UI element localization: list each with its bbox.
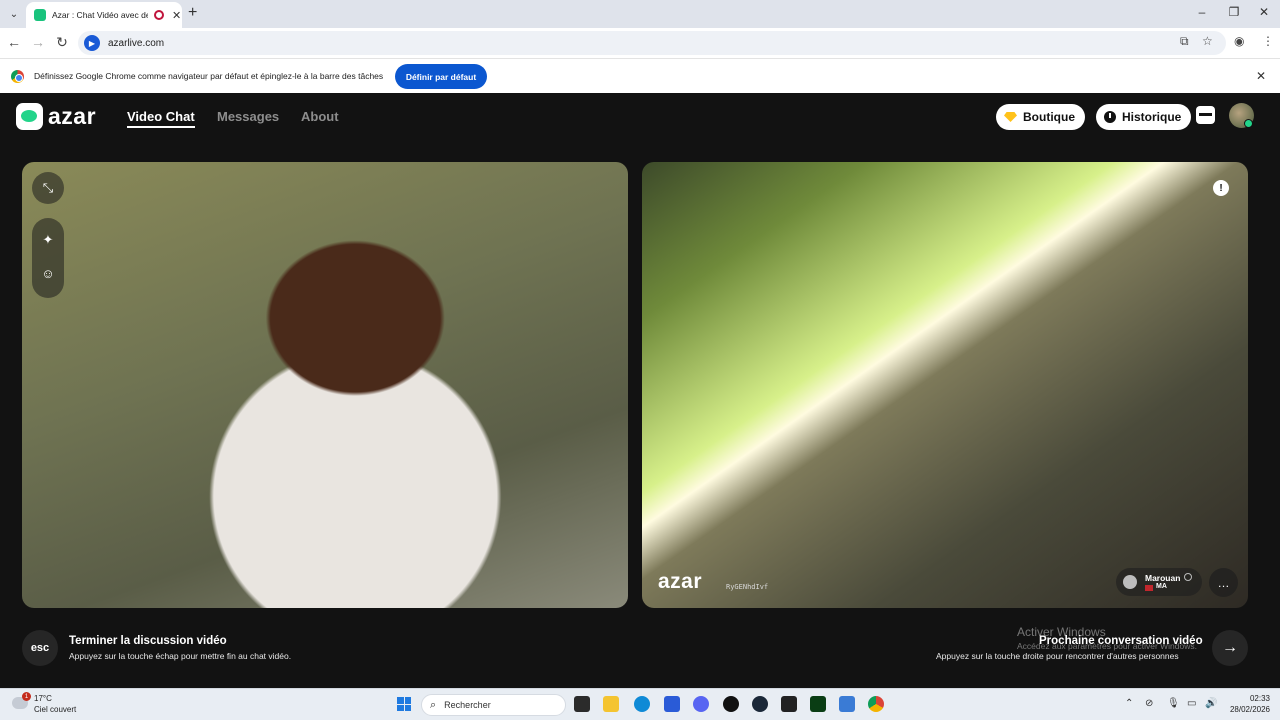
gem-icon: [1004, 112, 1017, 122]
effects-panel: ✦ ☺: [32, 218, 64, 298]
esc-button[interactable]: esc: [22, 630, 58, 666]
azar-watermark: azar: [658, 570, 703, 593]
game-app-icon[interactable]: [810, 696, 826, 712]
restore-icon[interactable]: ❐: [1224, 5, 1244, 19]
chrome-taskbar-icon[interactable]: [868, 696, 884, 712]
browser-tab-azar[interactable]: Azar : Chat Vidéo avec de n ✕: [26, 2, 182, 28]
end-chat-hint: Appuyez sur la touche échap pour mettre …: [69, 651, 292, 661]
azar-logo-icon: [16, 103, 43, 130]
taskbar-date[interactable]: 28/02/2026: [1226, 705, 1270, 714]
nav-active-underline: [127, 126, 195, 128]
taskbar-time[interactable]: 02:33: [1226, 694, 1270, 703]
tab-close-icon[interactable]: ✕: [172, 9, 181, 22]
install-app-icon[interactable]: ⧉: [1180, 34, 1189, 49]
tab-title: Azar : Chat Vidéo avec de n: [52, 10, 148, 20]
display-icon[interactable]: ▭: [1187, 698, 1196, 709]
next-chat-title: Prochaine conversation vidéo: [1039, 635, 1203, 647]
app-icon[interactable]: [781, 696, 797, 712]
reload-icon[interactable]: ↻: [54, 34, 70, 51]
microphone-icon[interactable]: 🎙: [1167, 698, 1180, 709]
weather-description[interactable]: Ciel couvert: [34, 705, 76, 714]
report-icon[interactable]: !: [1213, 180, 1229, 196]
profile-icon[interactable]: ◉: [1234, 34, 1244, 48]
search-placeholder: Rechercher: [444, 700, 491, 710]
inbox-icon[interactable]: [1196, 106, 1215, 124]
next-chat-button[interactable]: →: [1212, 630, 1248, 666]
verified-badge-icon: [1184, 573, 1192, 581]
chrome-logo-icon: [11, 70, 24, 83]
address-bar-row: ← → ↻ ▶ azarlive.com ⧉ ☆ ◉ ⋮: [0, 28, 1280, 58]
online-status-dot: [1244, 119, 1253, 128]
infobar-message: Définissez Google Chrome comme navigateu…: [34, 71, 384, 81]
store-icon[interactable]: [664, 696, 680, 712]
photos-icon[interactable]: [839, 696, 855, 712]
morocco-flag-icon: [1145, 585, 1153, 591]
boutique-button[interactable]: Boutique: [996, 104, 1085, 130]
browser-tab-strip: ⌄ Azar : Chat Vidéo avec de n ✕ + – ❐ ✕: [0, 0, 1280, 28]
menu-dots-icon[interactable]: ⋮: [1262, 34, 1274, 48]
back-arrow-icon[interactable]: ←: [6, 34, 22, 50]
face-filter-icon[interactable]: ☺: [32, 266, 64, 281]
infobar-close-icon[interactable]: ✕: [1256, 69, 1266, 83]
partner-avatar: [1123, 575, 1137, 589]
messenger-app-icon[interactable]: [723, 696, 739, 712]
set-default-button[interactable]: Définir par défaut: [395, 64, 487, 89]
local-video: ⤡ ✦ ☺: [22, 162, 628, 608]
edge-icon[interactable]: [634, 696, 650, 712]
forward-arrow-icon[interactable]: →: [30, 34, 46, 50]
azar-logo[interactable]: azar: [16, 103, 96, 130]
discord-icon[interactable]: [693, 696, 709, 712]
minimize-video-icon[interactable]: ⤡: [32, 172, 64, 204]
weather-temperature[interactable]: 17°C: [34, 694, 52, 703]
historique-label: Historique: [1122, 110, 1182, 124]
nav-video-chat[interactable]: Video Chat: [127, 109, 195, 124]
partner-name: Marouan: [1145, 573, 1181, 583]
minimize-icon[interactable]: –: [1192, 5, 1212, 19]
default-browser-infobar: Définissez Google Chrome comme navigateu…: [0, 58, 1280, 93]
recording-indicator-icon: [154, 10, 164, 20]
windows-taskbar: 1 17°C Ciel couvert ⌕ Rechercher ⌃ ⊘ 🎙 ▭…: [0, 688, 1280, 720]
steam-icon[interactable]: [752, 696, 768, 712]
nav-about[interactable]: About: [301, 109, 339, 124]
magic-wand-icon[interactable]: ✦: [32, 232, 64, 248]
windows-start-icon[interactable]: [397, 697, 411, 711]
weather-alert-badge: 1: [22, 692, 31, 701]
next-chat-hint: Appuyez sur la touche droite pour rencon…: [936, 651, 1179, 661]
azar-logo-text: azar: [48, 103, 97, 129]
chat-bubble-icon[interactable]: …: [1209, 568, 1238, 597]
remote-video: ! azar RyGENhdIvf Marouan MA …: [642, 162, 1248, 608]
network-off-icon[interactable]: ⊘: [1145, 698, 1153, 709]
taskbar-search-input[interactable]: ⌕ Rechercher: [421, 694, 566, 716]
session-id: RyGENhdIvf: [726, 583, 769, 591]
file-explorer-icon[interactable]: [603, 696, 619, 712]
tab-search-chevron-icon[interactable]: ⌄: [6, 6, 22, 22]
url-input[interactable]: ▶ azarlive.com: [78, 31, 1226, 55]
new-tab-button[interactable]: +: [188, 4, 197, 22]
azar-page: azar Video Chat Messages About Boutique …: [0, 93, 1280, 688]
tray-chevron-icon[interactable]: ⌃: [1125, 698, 1133, 709]
volume-icon[interactable]: 🔊: [1205, 698, 1217, 709]
azar-favicon-icon: [34, 9, 46, 21]
clock-icon: [1104, 111, 1116, 123]
end-chat-title: Terminer la discussion vidéo: [69, 635, 227, 647]
search-icon: ⌕: [430, 698, 437, 711]
task-view-icon[interactable]: [574, 696, 590, 712]
site-info-icon[interactable]: ▶: [84, 35, 100, 51]
partner-country: MA: [1156, 583, 1167, 590]
nav-messages[interactable]: Messages: [217, 109, 279, 124]
bookmark-star-icon[interactable]: ☆: [1202, 34, 1213, 48]
window-close-icon[interactable]: ✕: [1254, 5, 1274, 19]
partner-info-chip[interactable]: Marouan MA: [1116, 568, 1202, 596]
url-text: azarlive.com: [108, 37, 165, 49]
historique-button[interactable]: Historique: [1096, 104, 1192, 130]
boutique-label: Boutique: [1023, 110, 1075, 124]
